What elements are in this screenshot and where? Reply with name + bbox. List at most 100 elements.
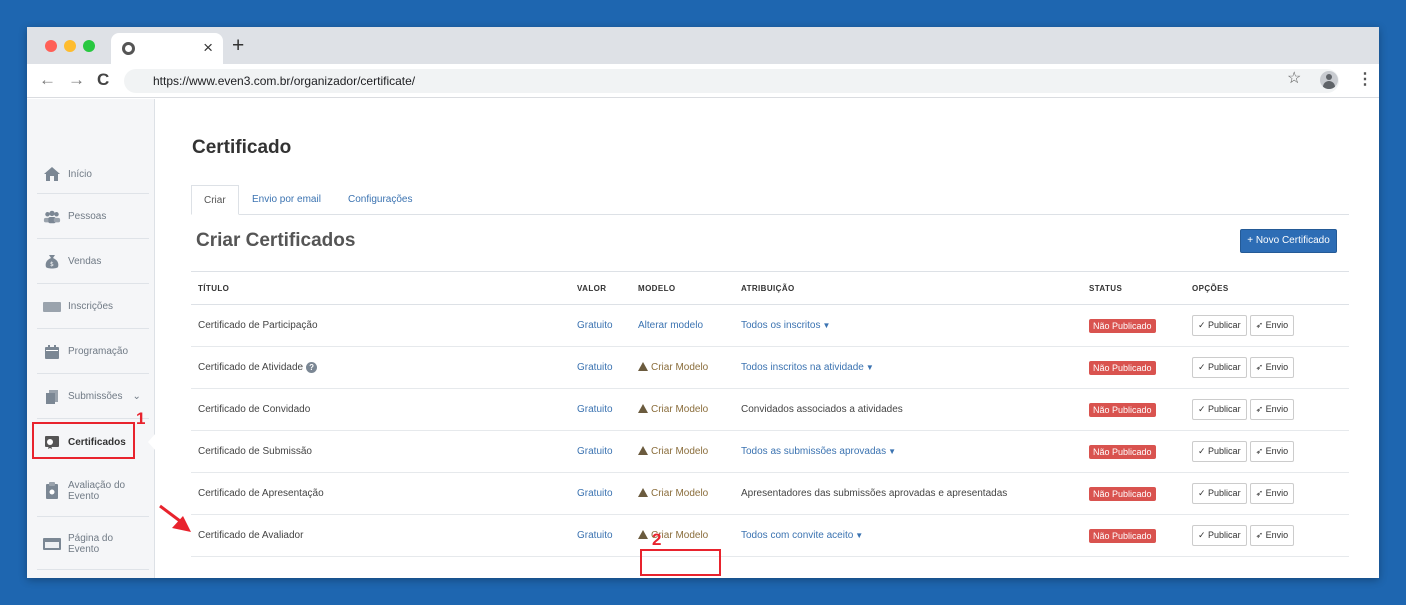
atribuicao-label: Todos inscritos na atividade — [741, 362, 864, 373]
sidebar-item-inscricoes[interactable]: Inscrições — [37, 285, 149, 329]
sidebar-item-avaliacao[interactable]: Avaliação do Evento — [37, 465, 149, 517]
profile-avatar-icon[interactable] — [1320, 71, 1338, 89]
main-content: Certificado Criar Envio por email Config… — [155, 99, 1379, 578]
valor-cell: Gratuito — [577, 304, 638, 347]
browser-tab[interactable]: × — [111, 33, 223, 64]
modelo-cell: Criar Modelo — [638, 388, 741, 431]
valor-link[interactable]: Gratuito — [577, 446, 613, 457]
envio-button[interactable]: ➶ Envio — [1249, 357, 1295, 378]
criar-modelo-link[interactable]: Criar Modelo — [638, 488, 708, 499]
browser-menu-icon[interactable]: ⋮ — [1357, 70, 1373, 90]
criar-modelo-link[interactable]: Criar Modelo — [638, 446, 708, 457]
modelo-cell: Criar Modelo — [638, 346, 741, 389]
valor-link[interactable]: Gratuito — [577, 404, 613, 415]
table-row: Certificado de Submissão Gratuito Criar Mo… — [191, 430, 1349, 473]
envio-button[interactable]: ➶ Envio — [1249, 315, 1295, 336]
publicar-button[interactable]: ✓ Publicar — [1192, 483, 1247, 504]
envio-label: Envio — [1265, 404, 1289, 414]
sidebar-item-vendas[interactable]: $ Vendas — [37, 240, 149, 284]
sidebar-item-label: Submissões — [68, 391, 123, 402]
cert-title: Certificado de Convidado — [198, 404, 311, 415]
status-cell: Não Publicado — [1089, 388, 1192, 431]
close-tab-icon[interactable]: × — [203, 38, 213, 58]
back-button[interactable]: ← — [39, 70, 56, 90]
help-icon[interactable]: ? — [306, 362, 318, 373]
bookmark-star-icon[interactable]: ☆ — [1287, 69, 1301, 89]
calendar-icon — [43, 343, 61, 361]
certificates-table: TÍTULO VALOR MODELO ATRIBUIÇÃO STATUS OP… — [191, 271, 1349, 557]
sidebar-item-submissoes[interactable]: Submissões ⌄ — [37, 375, 149, 419]
minimize-window-button[interactable] — [64, 40, 76, 52]
address-bar[interactable]: https://www.even3.com.br/organizador/cer… — [124, 69, 1339, 93]
maximize-window-button[interactable] — [83, 40, 95, 52]
publicar-button[interactable]: ✓ Publicar — [1192, 357, 1247, 378]
criar-modelo-link[interactable]: Criar Modelo — [638, 362, 708, 373]
documents-icon — [43, 388, 61, 406]
tab-envio-por-email[interactable]: Envio por email — [252, 185, 321, 215]
valor-link[interactable]: Gratuito — [577, 362, 613, 373]
atribuicao-cell: Todos as submissões aprovadas ▼ — [741, 430, 1089, 473]
warning-icon — [638, 488, 648, 497]
valor-link[interactable]: Gratuito — [577, 530, 613, 541]
sidebar-item-pagina-evento[interactable]: Página do Evento — [37, 518, 149, 570]
valor-link[interactable]: Gratuito — [577, 488, 613, 499]
svg-text:$: $ — [50, 261, 54, 268]
people-icon — [43, 208, 61, 226]
atribuicao-dropdown[interactable]: Todos os inscritos ▼ — [741, 320, 830, 331]
status-cell: Não Publicado — [1089, 346, 1192, 389]
atribuicao-dropdown[interactable]: Todos com convite aceito ▼ — [741, 530, 863, 541]
envio-label: Envio — [1265, 446, 1289, 456]
new-tab-button[interactable]: + — [232, 34, 244, 58]
atribuicao-cell: Todos os inscritos ▼ — [741, 304, 1089, 347]
envio-button[interactable]: ➶ Envio — [1249, 399, 1295, 420]
sidebar-item-label: Vendas — [68, 256, 102, 267]
atribuicao-cell: Todos com convite aceito ▼ — [741, 514, 1089, 557]
atribuicao-dropdown[interactable]: Todos as submissões aprovadas ▼ — [741, 446, 896, 457]
url-text[interactable]: https://www.even3.com.br/organizador/cer… — [153, 74, 415, 88]
modelo-label: Criar Modelo — [651, 362, 709, 373]
warning-icon — [638, 446, 648, 455]
valor-link[interactable]: Gratuito — [577, 320, 613, 331]
publicar-label: Publicar — [1208, 362, 1241, 372]
envio-button[interactable]: ➶ Envio — [1249, 441, 1295, 462]
publicar-button[interactable]: ✓ Publicar — [1192, 399, 1247, 420]
forward-button[interactable]: → — [68, 70, 85, 90]
status-cell: Não Publicado — [1089, 472, 1192, 515]
new-certificate-button[interactable]: + Novo Certificado — [1240, 229, 1337, 253]
tab-configuracoes[interactable]: Configurações — [348, 185, 412, 215]
alterar-modelo-link[interactable]: Alterar modelo — [638, 320, 703, 331]
criar-modelo-link[interactable]: Criar Modelo — [638, 530, 708, 541]
sidebar-item-pessoas[interactable]: Pessoas — [37, 195, 149, 239]
publicar-button[interactable]: ✓ Publicar — [1192, 441, 1247, 462]
envio-label: Envio — [1265, 362, 1289, 372]
atribuicao-dropdown[interactable]: Todos inscritos na atividade ▼ — [741, 362, 874, 373]
sidebar-item-label: Programação — [68, 346, 129, 357]
publicar-button[interactable]: ✓ Publicar — [1192, 525, 1247, 546]
column-header-atribuicao: ATRIBUIÇÃO — [741, 271, 1089, 305]
table-row: Certificado de Convidado Gratuito Criar Mo… — [191, 388, 1349, 431]
check-icon: ✓ — [1198, 488, 1209, 498]
reload-button[interactable]: C — [97, 70, 109, 90]
opcoes-cell: ✓ Publicar ➶ Envio — [1192, 514, 1349, 557]
sidebar-item-programacao[interactable]: Programação — [37, 330, 149, 374]
chevron-down-icon[interactable]: ⌄ — [132, 391, 140, 402]
envio-button[interactable]: ➶ Envio — [1249, 525, 1295, 546]
atribuicao-cell: Todos inscritos na atividade ▼ — [741, 346, 1089, 389]
cert-title-cell: Certificado de Participação — [191, 304, 577, 347]
envio-label: Envio — [1265, 488, 1289, 498]
cert-title: Certificado de Avaliador — [198, 530, 304, 541]
criar-modelo-link[interactable]: Criar Modelo — [638, 404, 708, 415]
annotation-number: 1 — [136, 409, 146, 428]
column-header-valor: VALOR — [577, 271, 638, 305]
column-header-titulo: TÍTULO — [191, 271, 577, 305]
sidebar-item-inicio[interactable]: Início — [37, 155, 149, 194]
send-icon: ➶ — [1255, 488, 1266, 498]
cert-title-cell: Certificado de Convidado — [191, 388, 577, 431]
home-icon — [43, 165, 61, 183]
close-window-button[interactable] — [45, 40, 57, 52]
valor-cell: Gratuito — [577, 430, 638, 473]
tab-criar[interactable]: Criar — [191, 185, 239, 215]
envio-button[interactable]: ➶ Envio — [1249, 483, 1295, 504]
publicar-button[interactable]: ✓ Publicar — [1192, 315, 1247, 336]
valor-cell: Gratuito — [577, 346, 638, 389]
